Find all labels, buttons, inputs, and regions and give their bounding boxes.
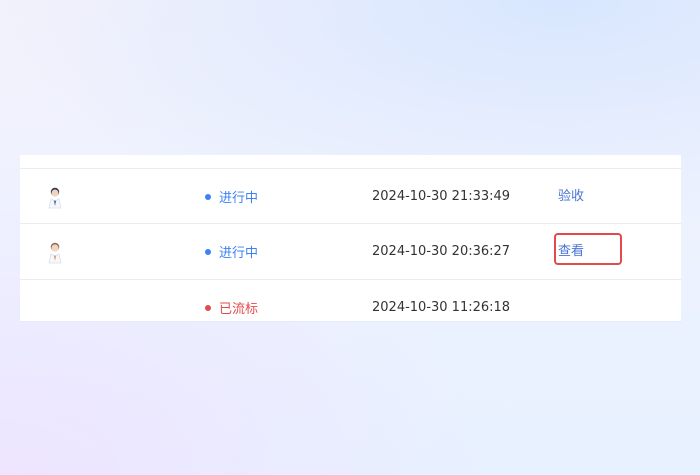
avatar [45,224,69,279]
accept-button[interactable]: 验收 [558,190,584,203]
status-label: 进行中 [219,191,259,206]
status-dot [205,248,211,255]
avatar [45,169,69,224]
records-table: 进行中 2024-10-30 21:33:49 验收 进行中 2024-10-3… [20,155,681,321]
highlighted-view-button-frame [554,233,622,265]
status-dot [205,304,211,311]
table-row: 进行中 2024-10-30 21:33:49 验收 [20,169,681,224]
table-row: 已流标 2024-10-30 11:26:18 [20,280,681,335]
status-label: 已流标 [219,302,259,317]
action-cell: 验收 [558,169,584,224]
timestamp: 2024-10-30 21:33:49 [372,189,511,204]
avatar [45,280,69,335]
status-label: 进行中 [219,246,259,261]
status-dot [205,193,211,200]
status-cell: 已流标 [205,280,258,335]
status-cell: 进行中 [205,224,258,279]
doctor-avatar-icon [48,242,62,263]
timestamp: 2024-10-30 20:36:27 [372,244,511,259]
timestamp: 2024-10-30 11:26:18 [372,300,511,315]
status-cell: 进行中 [205,169,258,224]
doctor-avatar-icon [48,187,62,208]
